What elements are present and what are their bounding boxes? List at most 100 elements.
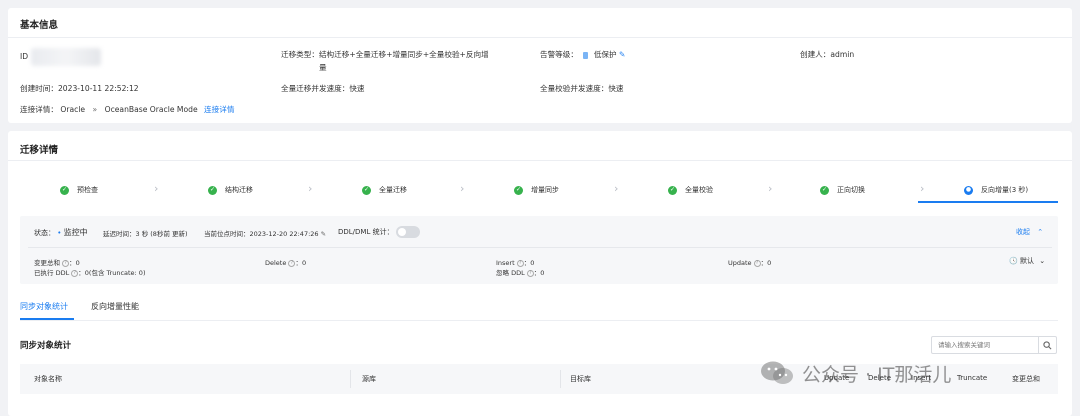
- active-step-underline: [918, 201, 1058, 203]
- check-icon: ✓: [208, 185, 217, 195]
- stat-change-total: 变更总和 ? ：0: [34, 257, 80, 267]
- alert-level: 告警等级： 低保护 ✎: [540, 49, 625, 60]
- step-label: 全量迁移: [379, 186, 407, 194]
- basic-info-card: 基本信息 ID 迁移类型：结构迁移+全量迁移+增量同步+全量校验+反向增 量 告…: [8, 8, 1072, 123]
- status-dot-icon: •: [57, 229, 62, 237]
- object-stats-title: 同步对象统计: [20, 341, 72, 351]
- column-object-name: 对象名称: [34, 375, 62, 383]
- clock-icon: 🕓: [1009, 257, 1018, 265]
- step-label: 反向增量(3 秒): [981, 186, 1029, 194]
- basic-info-title: 基本信息: [20, 20, 59, 31]
- step-reverse-incremental[interactable]: ● 反向增量(3 秒): [964, 180, 1028, 200]
- creator: 创建人：admin: [800, 50, 855, 59]
- stat-label: Update: [728, 259, 752, 267]
- edit-checkpoint-icon[interactable]: ✎: [321, 230, 326, 238]
- connection-detail-link[interactable]: 连接详情: [204, 105, 234, 114]
- step-schema-migration[interactable]: ✓ 结构迁移: [208, 180, 253, 200]
- help-icon[interactable]: ?: [526, 269, 534, 277]
- check-icon: ✓: [820, 185, 829, 195]
- tab-sync-object-stats[interactable]: 同步对象统计: [20, 301, 68, 312]
- stat-executed-ddl: 已执行 DDL ? ：0(包含 Truncate: 0): [34, 267, 145, 277]
- wechat-icon: [761, 361, 793, 384]
- migration-detail-title: 迁移详情: [20, 145, 59, 156]
- check-icon: ✓: [514, 185, 523, 195]
- collapse-label: 收起: [1016, 228, 1030, 236]
- source-db: Oracle: [60, 105, 86, 114]
- status-value: 监控中: [63, 228, 88, 237]
- connection-detail: 连接详情： Oracle » OceanBase Oracle Mode 连接详…: [20, 104, 234, 115]
- ddl-dml-toggle[interactable]: [395, 226, 420, 238]
- chevron-right-icon: ›: [308, 182, 313, 195]
- column-truncate[interactable]: Truncate: [957, 374, 987, 382]
- step-full-check[interactable]: ✓ 全量校验: [668, 180, 713, 200]
- stat-label: 变更总和: [34, 259, 60, 267]
- edit-alert-icon[interactable]: ✎: [619, 50, 625, 59]
- help-icon[interactable]: ?: [516, 259, 524, 267]
- step-label: 增量同步: [531, 186, 559, 194]
- stat-delete: Delete ? ：0: [265, 257, 306, 267]
- chevron-right-icon: ›: [920, 182, 925, 195]
- search-box: [931, 336, 1057, 354]
- step-precheck[interactable]: ✓ 预检查: [60, 180, 98, 200]
- step-forward-switch[interactable]: ✓ 正向切换: [820, 180, 865, 200]
- collapse-button[interactable]: 收起 ⌃: [1016, 227, 1043, 237]
- status-label: 状态：: [34, 229, 55, 237]
- connection-label: 连接详情：: [20, 105, 58, 114]
- step-incremental-sync[interactable]: ✓ 增量同步: [514, 180, 559, 200]
- help-icon[interactable]: ?: [753, 259, 761, 267]
- stat-label: 已执行 DDL: [34, 269, 70, 277]
- step-label: 正向切换: [837, 186, 865, 194]
- step-label: 全量校验: [685, 186, 713, 194]
- running-icon: ●: [964, 185, 973, 195]
- ddl-dml-stats: DDL/DML 统计：: [338, 226, 420, 238]
- column-separator: [350, 370, 351, 388]
- target-db: OceanBase Oracle Mode: [104, 105, 198, 114]
- chevron-up-icon: ⌃: [1037, 228, 1044, 236]
- time-range-select[interactable]: 🕓 默认 ⌄: [1009, 256, 1045, 266]
- migration-type-wrap: 量: [319, 63, 327, 72]
- watermark: 公众号 · IT那活儿: [760, 358, 951, 388]
- search-icon: [1043, 340, 1052, 349]
- divider: [28, 247, 1052, 248]
- stat-value: ：0: [533, 269, 545, 277]
- id-label: ID: [20, 52, 29, 61]
- ddl-dml-label: DDL/DML 统计：: [338, 228, 394, 236]
- stat-value: ：0: [295, 259, 307, 267]
- stat-value: ：0: [69, 259, 80, 267]
- chevron-down-icon: ⌄: [1039, 257, 1046, 265]
- arrow-icon: »: [92, 105, 98, 114]
- full-migration-speed: 全量迁移并发速度：快速: [281, 84, 365, 93]
- stat-value: ：0(包含 Truncate: 0): [78, 269, 146, 277]
- step-full-migration[interactable]: ✓ 全量迁移: [362, 180, 407, 200]
- chevron-right-icon: ›: [614, 182, 619, 195]
- check-icon: ✓: [60, 185, 69, 195]
- column-target-db: 目标库: [570, 375, 591, 383]
- divider: [20, 320, 1058, 321]
- full-check-speed: 全量校验并发速度：快速: [540, 84, 624, 93]
- search-input[interactable]: [932, 337, 1038, 353]
- id-value-blurred: [30, 48, 101, 66]
- stat-insert: Insert ? ：0: [496, 257, 534, 267]
- stat-value: ：0: [760, 259, 772, 267]
- alert-value: 低保护: [593, 50, 617, 59]
- checkpoint-value: 当前位点时间：2023-12-20 22:47:26: [204, 230, 319, 238]
- tab-reverse-incremental-performance[interactable]: 反向增量性能: [91, 301, 139, 312]
- column-change-total[interactable]: 变更总和: [1012, 374, 1040, 384]
- search-button[interactable]: [1038, 337, 1056, 353]
- stat-value: ：0: [523, 259, 535, 267]
- stat-label: Insert: [496, 259, 515, 267]
- stat-ignored-ddl: 忽略 DDL ? ：0: [496, 267, 544, 277]
- check-icon: ✓: [668, 185, 677, 195]
- check-icon: ✓: [362, 185, 371, 195]
- migration-type: 迁移类型：结构迁移+全量迁移+增量同步+全量校验+反向增: [281, 50, 489, 59]
- delay-time: 延迟时间：3 秒 (8秒前 更新): [103, 230, 188, 238]
- step-label: 结构迁移: [225, 186, 253, 194]
- divider: [8, 160, 1072, 161]
- divider: [8, 37, 1072, 38]
- stat-label: 忽略 DDL: [496, 269, 525, 277]
- column-source-db: 源库: [362, 375, 376, 383]
- checkpoint-time: 当前位点时间：2023-12-20 22:47:26 ✎: [204, 228, 326, 238]
- chevron-right-icon: ›: [460, 182, 465, 195]
- alert-label: 告警等级：: [540, 50, 578, 59]
- watermark-text: 公众号 · IT那活儿: [802, 363, 952, 386]
